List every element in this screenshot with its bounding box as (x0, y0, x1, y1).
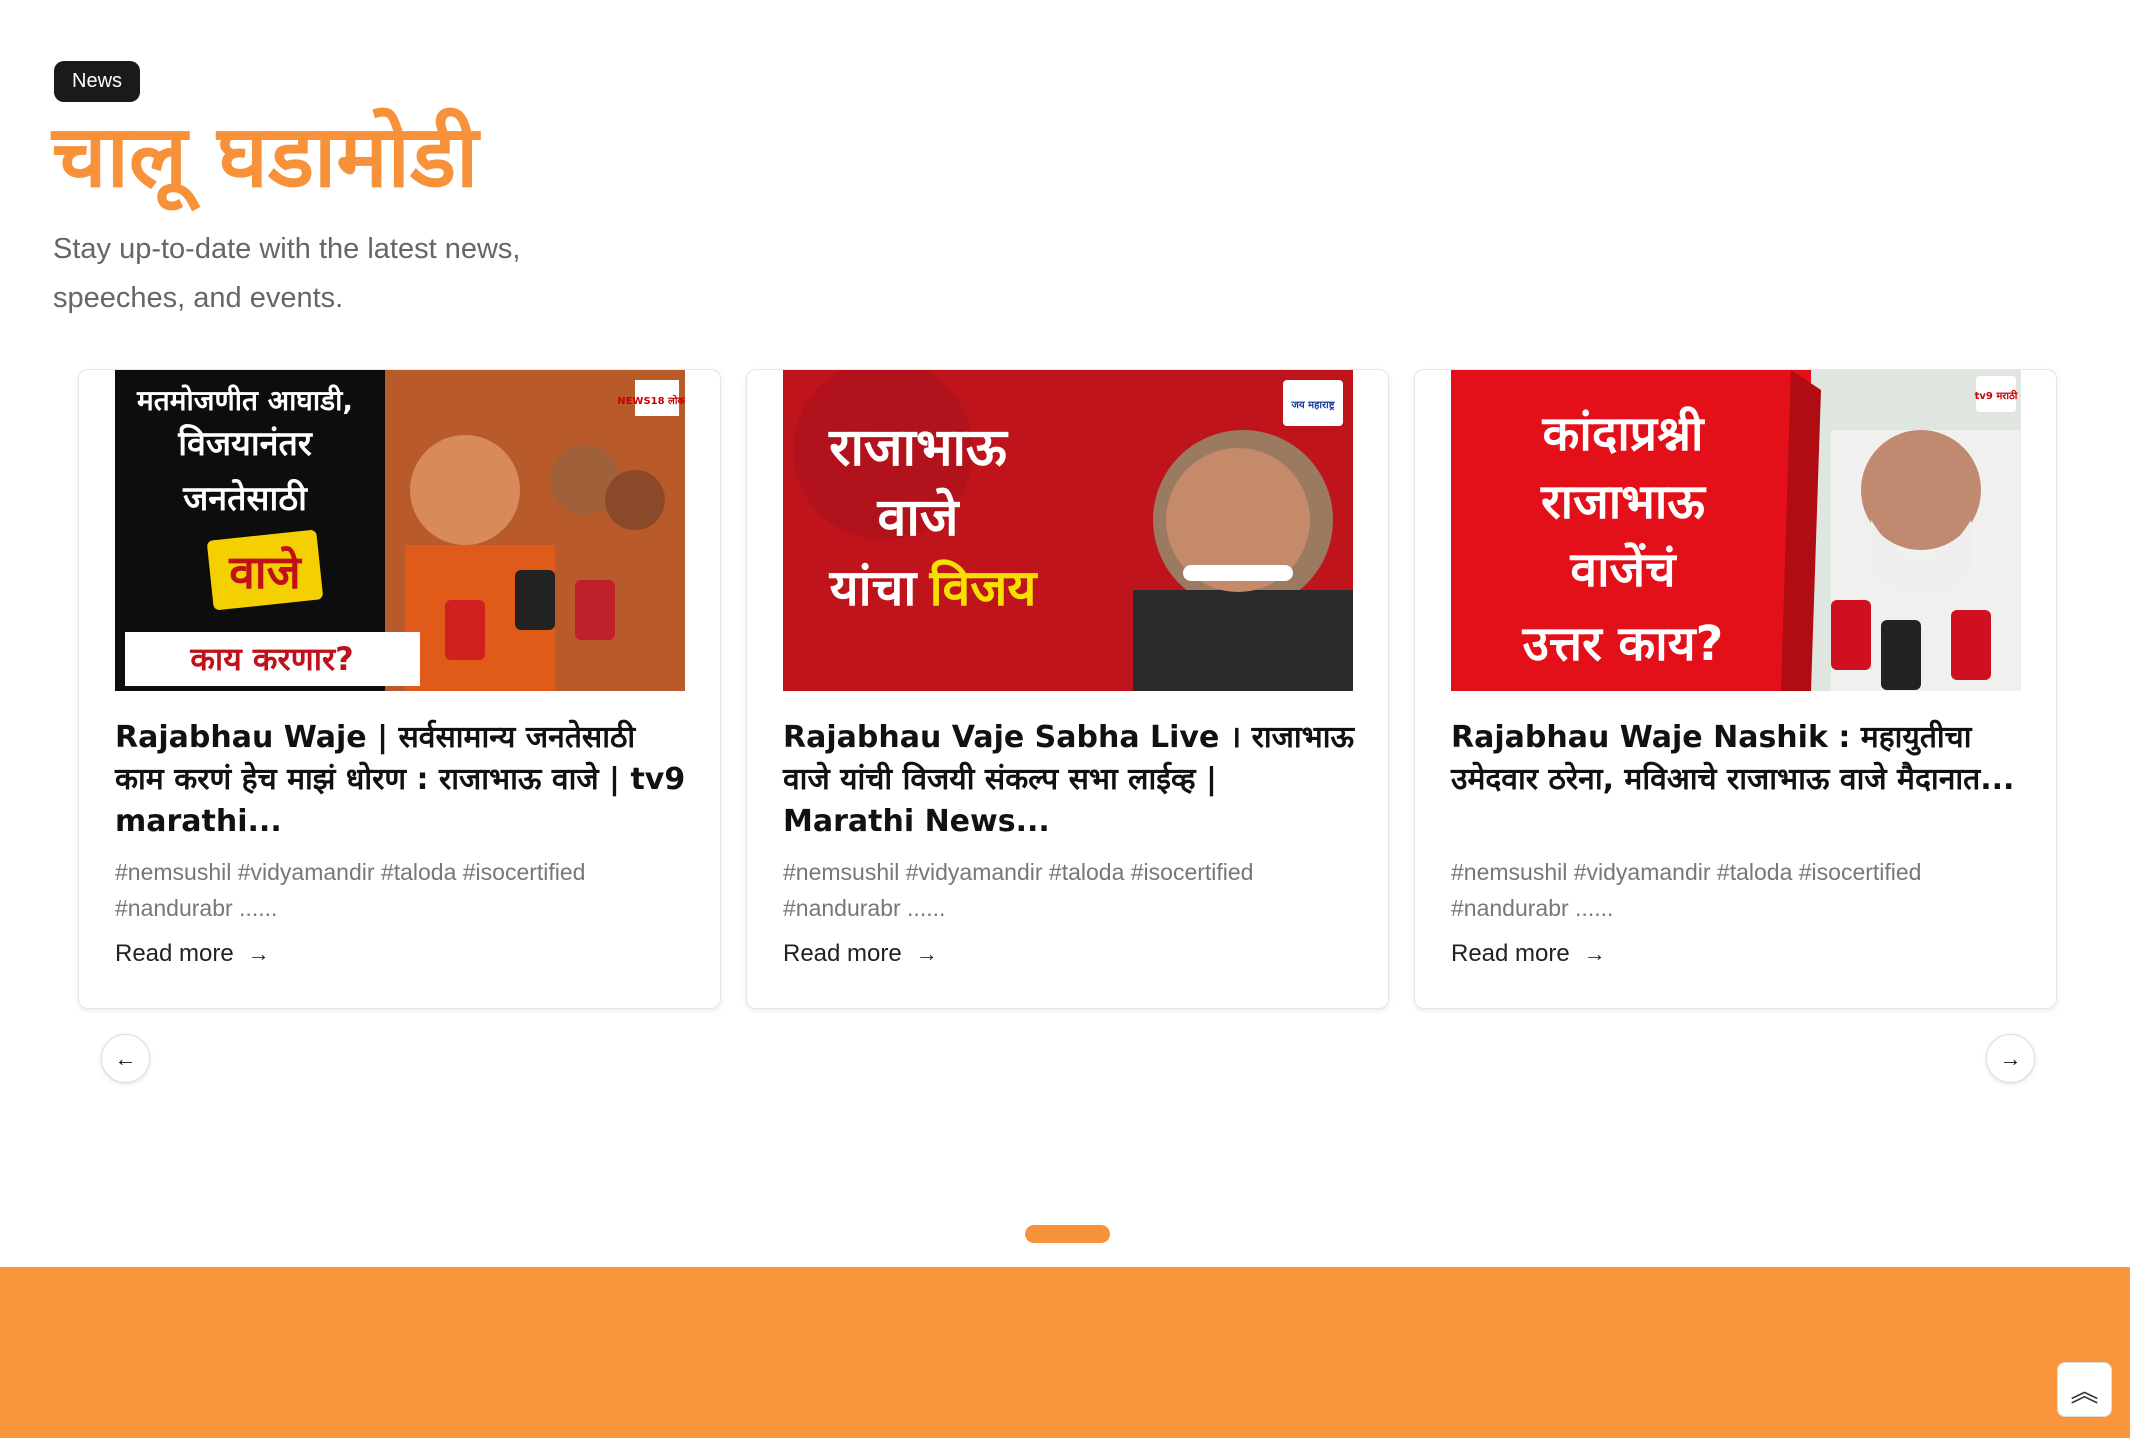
thumbnail-line: वाजेंचं (1569, 542, 1677, 598)
news-thumbnail[interactable]: tv9 मराठी कांदाप्रश्नी राजाभाऊ वाजेंचं उ… (1451, 370, 2021, 691)
news-thumbnail[interactable]: जय महाराष्ट्र राजाभाऊ वाजे यांचा विजय (783, 370, 1353, 691)
thumbnail-line: काय करणार? (189, 640, 353, 678)
section-subtitle: Stay up-to-date with the latest news, sp… (53, 233, 521, 314)
read-more-link[interactable]: Read more → (783, 940, 938, 968)
thumbnail-line: वाजे (228, 545, 302, 599)
arrow-left-icon: ← (114, 1045, 137, 1071)
news-card[interactable]: जय महाराष्ट्र राजाभाऊ वाजे यांचा विजय Ra… (746, 369, 1389, 1009)
section-badge: News (54, 61, 141, 102)
section-heading: चालू घडामोडी (52, 107, 479, 207)
thumbnail-line: उत्तर काय? (1522, 616, 1724, 672)
thumbnail-line: विजयानंतर (177, 423, 313, 464)
news-card-tags: #nemsushil #vidyamandir #taloda #isocert… (783, 859, 1254, 921)
read-more-label: Read more (783, 940, 902, 967)
carousel-pagination-dot[interactable] (1025, 1225, 1110, 1243)
thumbnail-image-2: जय महाराष्ट्र राजाभाऊ वाजे यांचा विजय (783, 370, 1353, 691)
arrow-right-icon: → (915, 941, 938, 966)
thumbnail-line: विजय (929, 559, 1039, 617)
thumbnail-logo-text: NEWS18 लोकमत (617, 394, 685, 407)
arrow-right-icon: → (1583, 941, 1606, 966)
carousel-prev-button[interactable]: ← (101, 1034, 150, 1083)
thumbnail-image-3: tv9 मराठी कांदाप्रश्नी राजाभाऊ वाजेंचं उ… (1451, 370, 2021, 691)
thumbnail-logo-text: जय महाराष्ट्र (1290, 400, 1335, 411)
read-more-label: Read more (1451, 940, 1570, 967)
carousel-next-button[interactable]: → (1986, 1034, 2035, 1083)
thumbnail-line: यांचा (829, 559, 919, 617)
thumbnail-line: मतमोजणीत आघाडी, (136, 384, 353, 417)
thumbnail-line: कांदाप्रश्नी (1542, 406, 1705, 462)
news-card-title[interactable]: Rajabhau Waje Nashik : महायुतीचा उमेदवार… (1451, 717, 2025, 801)
thumbnail-line: वाजे (877, 487, 961, 548)
news-card-tags: #nemsushil #vidyamandir #taloda #isocert… (115, 859, 586, 921)
thumbnail-line: राजाभाऊ (828, 418, 1009, 478)
news-section: News चालू घडामोडी Stay up-to-date with t… (0, 0, 2130, 1438)
read-more-link[interactable]: Read more → (1451, 940, 1606, 968)
arrow-right-icon: → (247, 941, 270, 966)
read-more-label: Read more (115, 940, 234, 967)
news-card-title[interactable]: Rajabhau Vaje Sabha Live । राजाभाऊ वाजे … (783, 717, 1357, 843)
arrow-right-icon: → (1999, 1045, 2022, 1071)
thumbnail-line: जनतेसाठी (182, 478, 308, 519)
thumbnail-logo-text: tv9 मराठी (1975, 389, 2018, 402)
chevrons-up-icon: ︽ (2070, 1375, 2099, 1407)
scroll-to-top-button[interactable]: ︽ (2057, 1362, 2112, 1417)
news-card-tags: #nemsushil #vidyamandir #taloda #isocert… (1451, 859, 1922, 921)
news-card[interactable]: tv9 मराठी कांदाप्रश्नी राजाभाऊ वाजेंचं उ… (1414, 369, 2057, 1009)
news-card-title[interactable]: Rajabhau Waje | सर्वसामान्य जनतेसाठी काम… (115, 717, 689, 843)
news-card[interactable]: NEWS18 लोकमत मतमोजणीत आघाडी, विजयानंतर ज… (78, 369, 721, 1009)
footer-band (0, 1267, 2130, 1438)
thumbnail-line: राजाभाऊ (1540, 474, 1707, 530)
read-more-link[interactable]: Read more → (115, 940, 270, 968)
thumbnail-image-1: NEWS18 लोकमत मतमोजणीत आघाडी, विजयानंतर ज… (115, 370, 685, 691)
news-thumbnail[interactable]: NEWS18 लोकमत मतमोजणीत आघाडी, विजयानंतर ज… (115, 370, 685, 691)
